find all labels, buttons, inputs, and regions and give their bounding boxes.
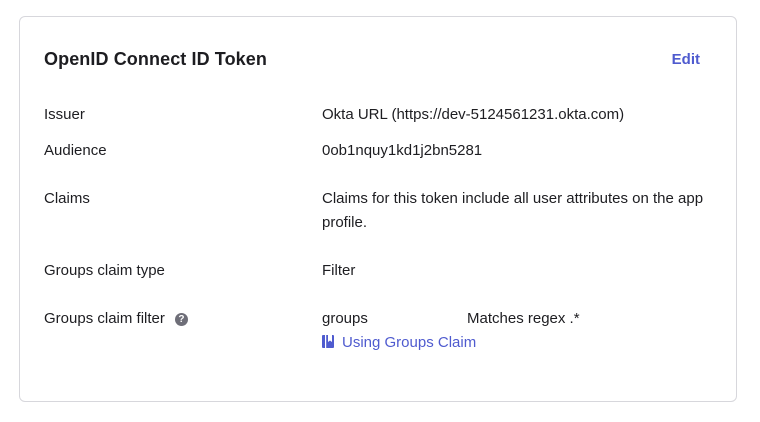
claims-label: Claims bbox=[44, 190, 90, 207]
groups-claim-type-label: Groups claim type bbox=[44, 262, 165, 279]
issuer-label: Issuer bbox=[44, 106, 85, 123]
groups-claim-filter-label: Groups claim filter bbox=[44, 310, 165, 327]
edit-button[interactable]: Edit bbox=[672, 51, 700, 68]
using-groups-claim-label: Using Groups Claim bbox=[342, 334, 477, 351]
audience-label: Audience bbox=[44, 142, 107, 159]
audience-value: 0ob1nquy1kd1j2bn5281 bbox=[322, 142, 483, 159]
card-title: OpenID Connect ID Token bbox=[44, 49, 267, 69]
id-token-card: OpenID Connect ID Token Edit Issuer Okta… bbox=[19, 16, 737, 402]
question-circle-icon[interactable]: ? bbox=[174, 313, 188, 326]
claims-value: Claims for this token include all user a… bbox=[322, 190, 704, 231]
groups-claim-filter-match: Matches regex .* bbox=[467, 310, 580, 327]
using-groups-claim-link[interactable]: Using Groups Claim bbox=[322, 331, 476, 355]
book-icon bbox=[322, 335, 334, 348]
groups-claim-filter-row: Groups claim filter? bbox=[44, 307, 188, 331]
issuer-value: Okta URL (https://dev-5124561231.okta.co… bbox=[322, 106, 625, 123]
groups-claim-type-value: Filter bbox=[322, 262, 356, 279]
